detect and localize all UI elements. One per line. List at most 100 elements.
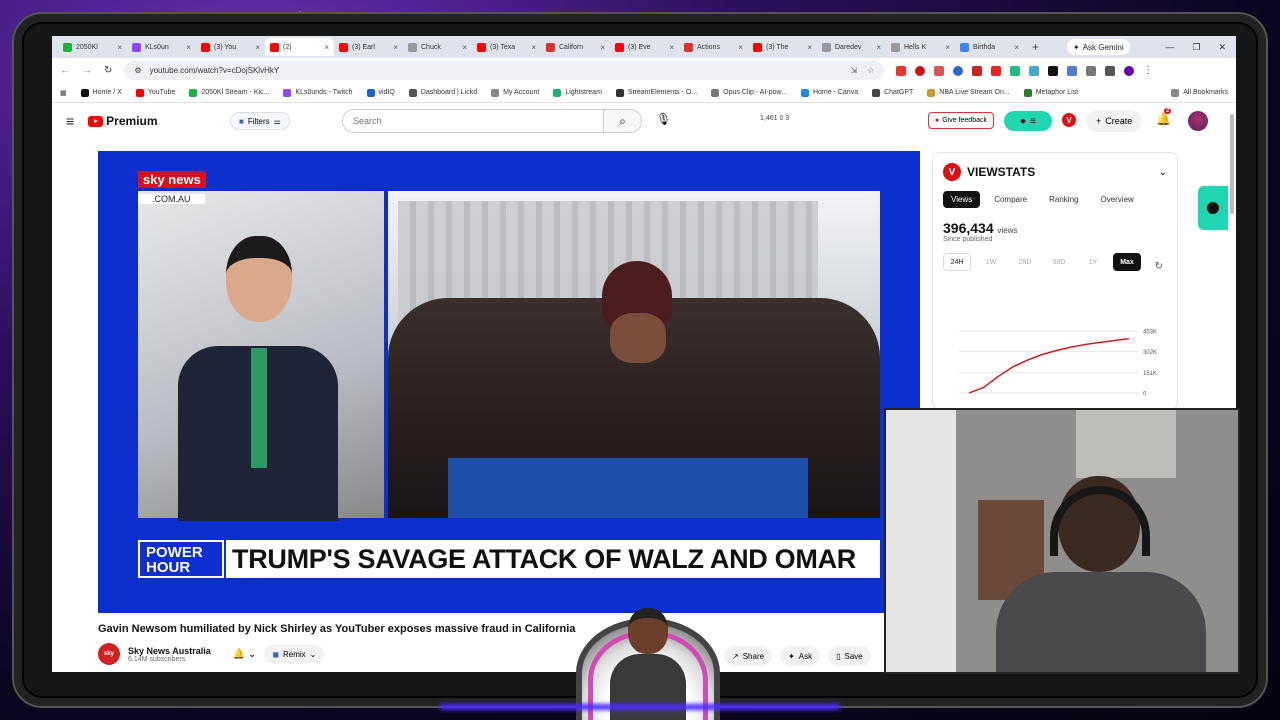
- search-input[interactable]: [343, 116, 603, 126]
- profile-icon[interactable]: [1124, 65, 1135, 76]
- viewstats-badge-icon[interactable]: V: [1062, 113, 1076, 127]
- extension-icon[interactable]: [896, 65, 907, 76]
- bookmark-item[interactable]: StreamElements - O...: [615, 88, 697, 97]
- site-info-icon[interactable]: ⚙: [134, 66, 141, 75]
- page-scrollbar[interactable]: [1230, 114, 1234, 214]
- search-icon[interactable]: ⌕: [603, 110, 641, 132]
- subscribe-bell-icon[interactable]: 🔔 ⌄: [233, 649, 257, 660]
- viewstats-tab-views[interactable]: Views: [943, 191, 981, 208]
- close-tab-icon[interactable]: ×: [462, 43, 467, 52]
- ask-button[interactable]: ✦ Ask: [780, 646, 821, 666]
- forward-icon[interactable]: →: [82, 65, 92, 76]
- browser-tab[interactable]: Californ ×: [541, 38, 610, 56]
- notifications-icon[interactable]: 🔔 2: [1156, 108, 1172, 126]
- bookmark-item[interactable]: YouTube: [135, 88, 175, 97]
- bookmark-item[interactable]: My Account: [491, 88, 539, 97]
- close-tab-icon[interactable]: ×: [393, 43, 398, 52]
- range-24h[interactable]: 24H: [943, 253, 971, 271]
- extension-icon[interactable]: [1010, 65, 1021, 76]
- viewstats-tab-ranking[interactable]: Ranking: [1041, 191, 1086, 208]
- extension-icon[interactable]: [915, 65, 926, 76]
- bookmark-item[interactable]: NBA Live Stream On...: [927, 88, 1010, 97]
- close-window-icon[interactable]: ✕: [1218, 42, 1226, 53]
- youtube-logo[interactable]: Premium: [88, 114, 158, 128]
- back-icon[interactable]: ←: [60, 65, 70, 76]
- bookmark-item[interactable]: 2050Kl Stream - Kic...: [189, 88, 269, 97]
- range-28d[interactable]: 28D: [1011, 253, 1039, 271]
- bookmark-item[interactable]: Home / X: [80, 88, 122, 97]
- url-bar[interactable]: ⚙ youtube.com/watch?v=cDojSKlvHkY ⇲ ☆: [124, 61, 885, 80]
- close-tab-icon[interactable]: ×: [186, 43, 191, 52]
- bookmark-item[interactable]: Dashboard | Lickd: [408, 88, 477, 97]
- bookmark-item[interactable]: Metaphor List: [1023, 88, 1078, 97]
- browser-tab[interactable]: (3) Earl ×: [334, 38, 403, 56]
- restore-icon[interactable]: ❐: [1192, 42, 1200, 53]
- bookmark-item[interactable]: vidIQ: [366, 88, 395, 97]
- range-1y[interactable]: 1Y: [1079, 253, 1107, 271]
- bookmark-item[interactable]: ChatGPT: [872, 88, 913, 97]
- menu-dots-icon[interactable]: ⋮: [1143, 65, 1153, 76]
- close-tab-icon[interactable]: ×: [876, 43, 881, 52]
- ask-gemini-button[interactable]: ✦ Ask Gemini: [1067, 39, 1130, 55]
- share-button[interactable]: ↗ Share: [724, 646, 773, 666]
- viewstats-tab-overview[interactable]: Overview: [1092, 191, 1141, 208]
- browser-tab[interactable]: (3) Eve ×: [610, 38, 679, 56]
- browser-tab[interactable]: Chuck ×: [403, 38, 472, 56]
- minimize-icon[interactable]: —: [1165, 42, 1174, 53]
- puzzle-icon[interactable]: [1086, 65, 1097, 76]
- save-button[interactable]: ▯ Save: [828, 646, 871, 666]
- install-icon[interactable]: ⇲: [851, 66, 858, 75]
- video-player[interactable]: sky news .COM.AU POWER HOUR TRUMP'S SAVA…: [98, 151, 920, 613]
- close-tab-icon[interactable]: ×: [531, 43, 536, 52]
- browser-tab[interactable]: (3) You ×: [196, 38, 265, 56]
- bookmark-item[interactable]: Home - Canva: [800, 88, 858, 97]
- bookmark-item[interactable]: Lightstream: [553, 88, 602, 97]
- extension-icon[interactable]: [991, 65, 1002, 76]
- media-icon[interactable]: [1105, 65, 1116, 76]
- browser-tab[interactable]: Hells K ×: [886, 38, 955, 56]
- browser-tab[interactable]: (2) ×: [265, 38, 334, 56]
- extension-icon[interactable]: [1067, 65, 1078, 76]
- browser-tab[interactable]: (3) Texa ×: [472, 38, 541, 56]
- extension-icon[interactable]: [934, 65, 945, 76]
- extension-icon[interactable]: [953, 65, 964, 76]
- browser-tab[interactable]: Daredev ×: [817, 38, 886, 56]
- close-tab-icon[interactable]: ×: [324, 43, 329, 52]
- range-1w[interactable]: 1W: [977, 253, 1005, 271]
- extension-toggle-button[interactable]: ● ≡: [1004, 111, 1052, 131]
- viewstats-tab-compare[interactable]: Compare: [986, 191, 1035, 208]
- new-tab-button[interactable]: +: [1024, 40, 1047, 54]
- bookmark-item[interactable]: Opus Clip - AI-pow...: [711, 88, 787, 97]
- channel-name[interactable]: Sky News Australia: [128, 646, 211, 656]
- bookmark-star-icon[interactable]: ☆: [867, 66, 874, 75]
- menu-icon[interactable]: ≡: [66, 113, 74, 129]
- all-bookmarks[interactable]: All Bookmarks: [1171, 88, 1228, 97]
- range-90d[interactable]: 90D: [1045, 253, 1073, 271]
- microphone-icon[interactable]: 🎙: [656, 112, 671, 126]
- close-tab-icon[interactable]: ×: [1014, 43, 1019, 52]
- browser-tab[interactable]: Birthda ×: [955, 38, 1024, 56]
- apps-grid-icon[interactable]: ▦: [60, 89, 67, 97]
- x-icon[interactable]: [1048, 65, 1059, 76]
- extension-icon[interactable]: [972, 65, 983, 76]
- reload-icon[interactable]: ↻: [104, 65, 112, 76]
- browser-tab[interactable]: (3) The ×: [748, 38, 817, 56]
- create-button[interactable]: + Create: [1086, 110, 1143, 132]
- browser-tab[interactable]: 2050Kl ×: [58, 38, 127, 56]
- account-avatar[interactable]: [1188, 111, 1208, 131]
- close-tab-icon[interactable]: ×: [669, 43, 674, 52]
- close-tab-icon[interactable]: ×: [945, 43, 950, 52]
- range-max[interactable]: Max: [1113, 253, 1141, 271]
- browser-tab[interactable]: Actions ×: [679, 38, 748, 56]
- bookmark-item[interactable]: KLs0unds - Twitch: [283, 88, 353, 97]
- filters-button[interactable]: ■ Filters ⚌: [230, 112, 290, 130]
- close-tab-icon[interactable]: ×: [738, 43, 743, 52]
- remix-button[interactable]: ◼ Remix ⌄: [264, 645, 325, 663]
- close-tab-icon[interactable]: ×: [255, 43, 260, 52]
- close-tab-icon[interactable]: ×: [117, 43, 122, 52]
- chevron-down-icon[interactable]: ⌄: [1159, 167, 1167, 178]
- extension-icon[interactable]: [1029, 65, 1040, 76]
- close-tab-icon[interactable]: ×: [600, 43, 605, 52]
- channel-avatar[interactable]: sky: [98, 643, 120, 665]
- close-tab-icon[interactable]: ×: [807, 43, 812, 52]
